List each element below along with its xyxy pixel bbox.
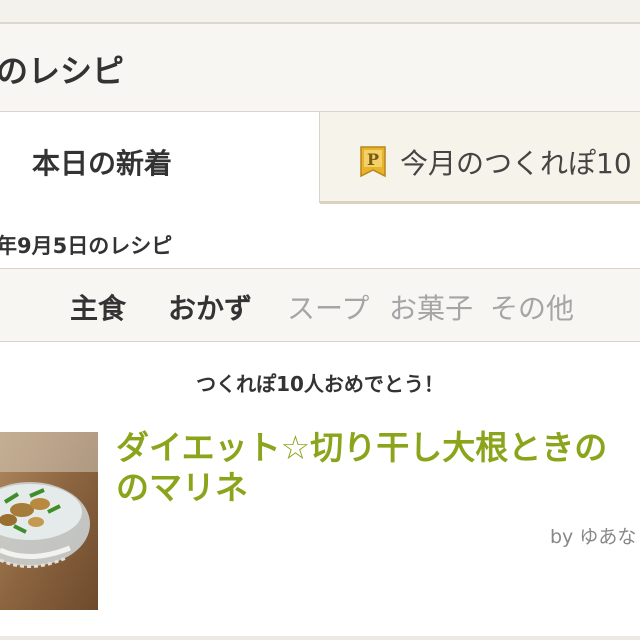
date-heading: 年9月5日のレシピ [0,234,173,258]
tab-today-new[interactable]: 本日の新着 [0,112,320,203]
tsukurepo-p-badge-icon: P [360,146,386,178]
category-side-dish[interactable]: おかず [168,287,252,327]
page-title: のレシピ [0,52,125,90]
recipe-title[interactable]: ダイエット☆切り干し大根ときの のマリネ [116,428,640,508]
category-main-dish[interactable]: 主食 [70,287,126,327]
category-sweets[interactable]: お菓子 [389,287,473,327]
recipe-photo-image [0,432,98,610]
date-heading-row: 年9月5日のレシピ [0,204,640,269]
tab-monthly-tsukurepo[interactable]: P 今月のつくれぽ10 [320,112,640,204]
category-soup[interactable]: スープ [287,287,369,327]
bottom-divider [0,636,640,640]
recipe-title-line2: のマリネ [116,468,248,507]
congrats-banner: つくれぽ10人おめでとう！ [196,372,444,396]
recipe-photo[interactable] [0,432,98,610]
tab-month-label: 今月のつくれぽ10 [400,147,632,180]
tab-today-label: 本日の新着 [32,147,173,180]
recipe-author[interactable]: by ゆあな [550,522,636,549]
category-other[interactable]: その他 [490,287,574,327]
tab-bar: 本日の新着 P 今月のつくれぽ10 [0,112,640,204]
category-filter: 主食 おかず スープ お菓子 その他 [0,269,640,342]
top-strip [0,0,640,24]
p-badge-letter: P [367,150,379,169]
page-header: のレシピ [0,24,640,112]
recipe-title-line1: ダイエット☆切り干し大根ときの [116,428,608,467]
